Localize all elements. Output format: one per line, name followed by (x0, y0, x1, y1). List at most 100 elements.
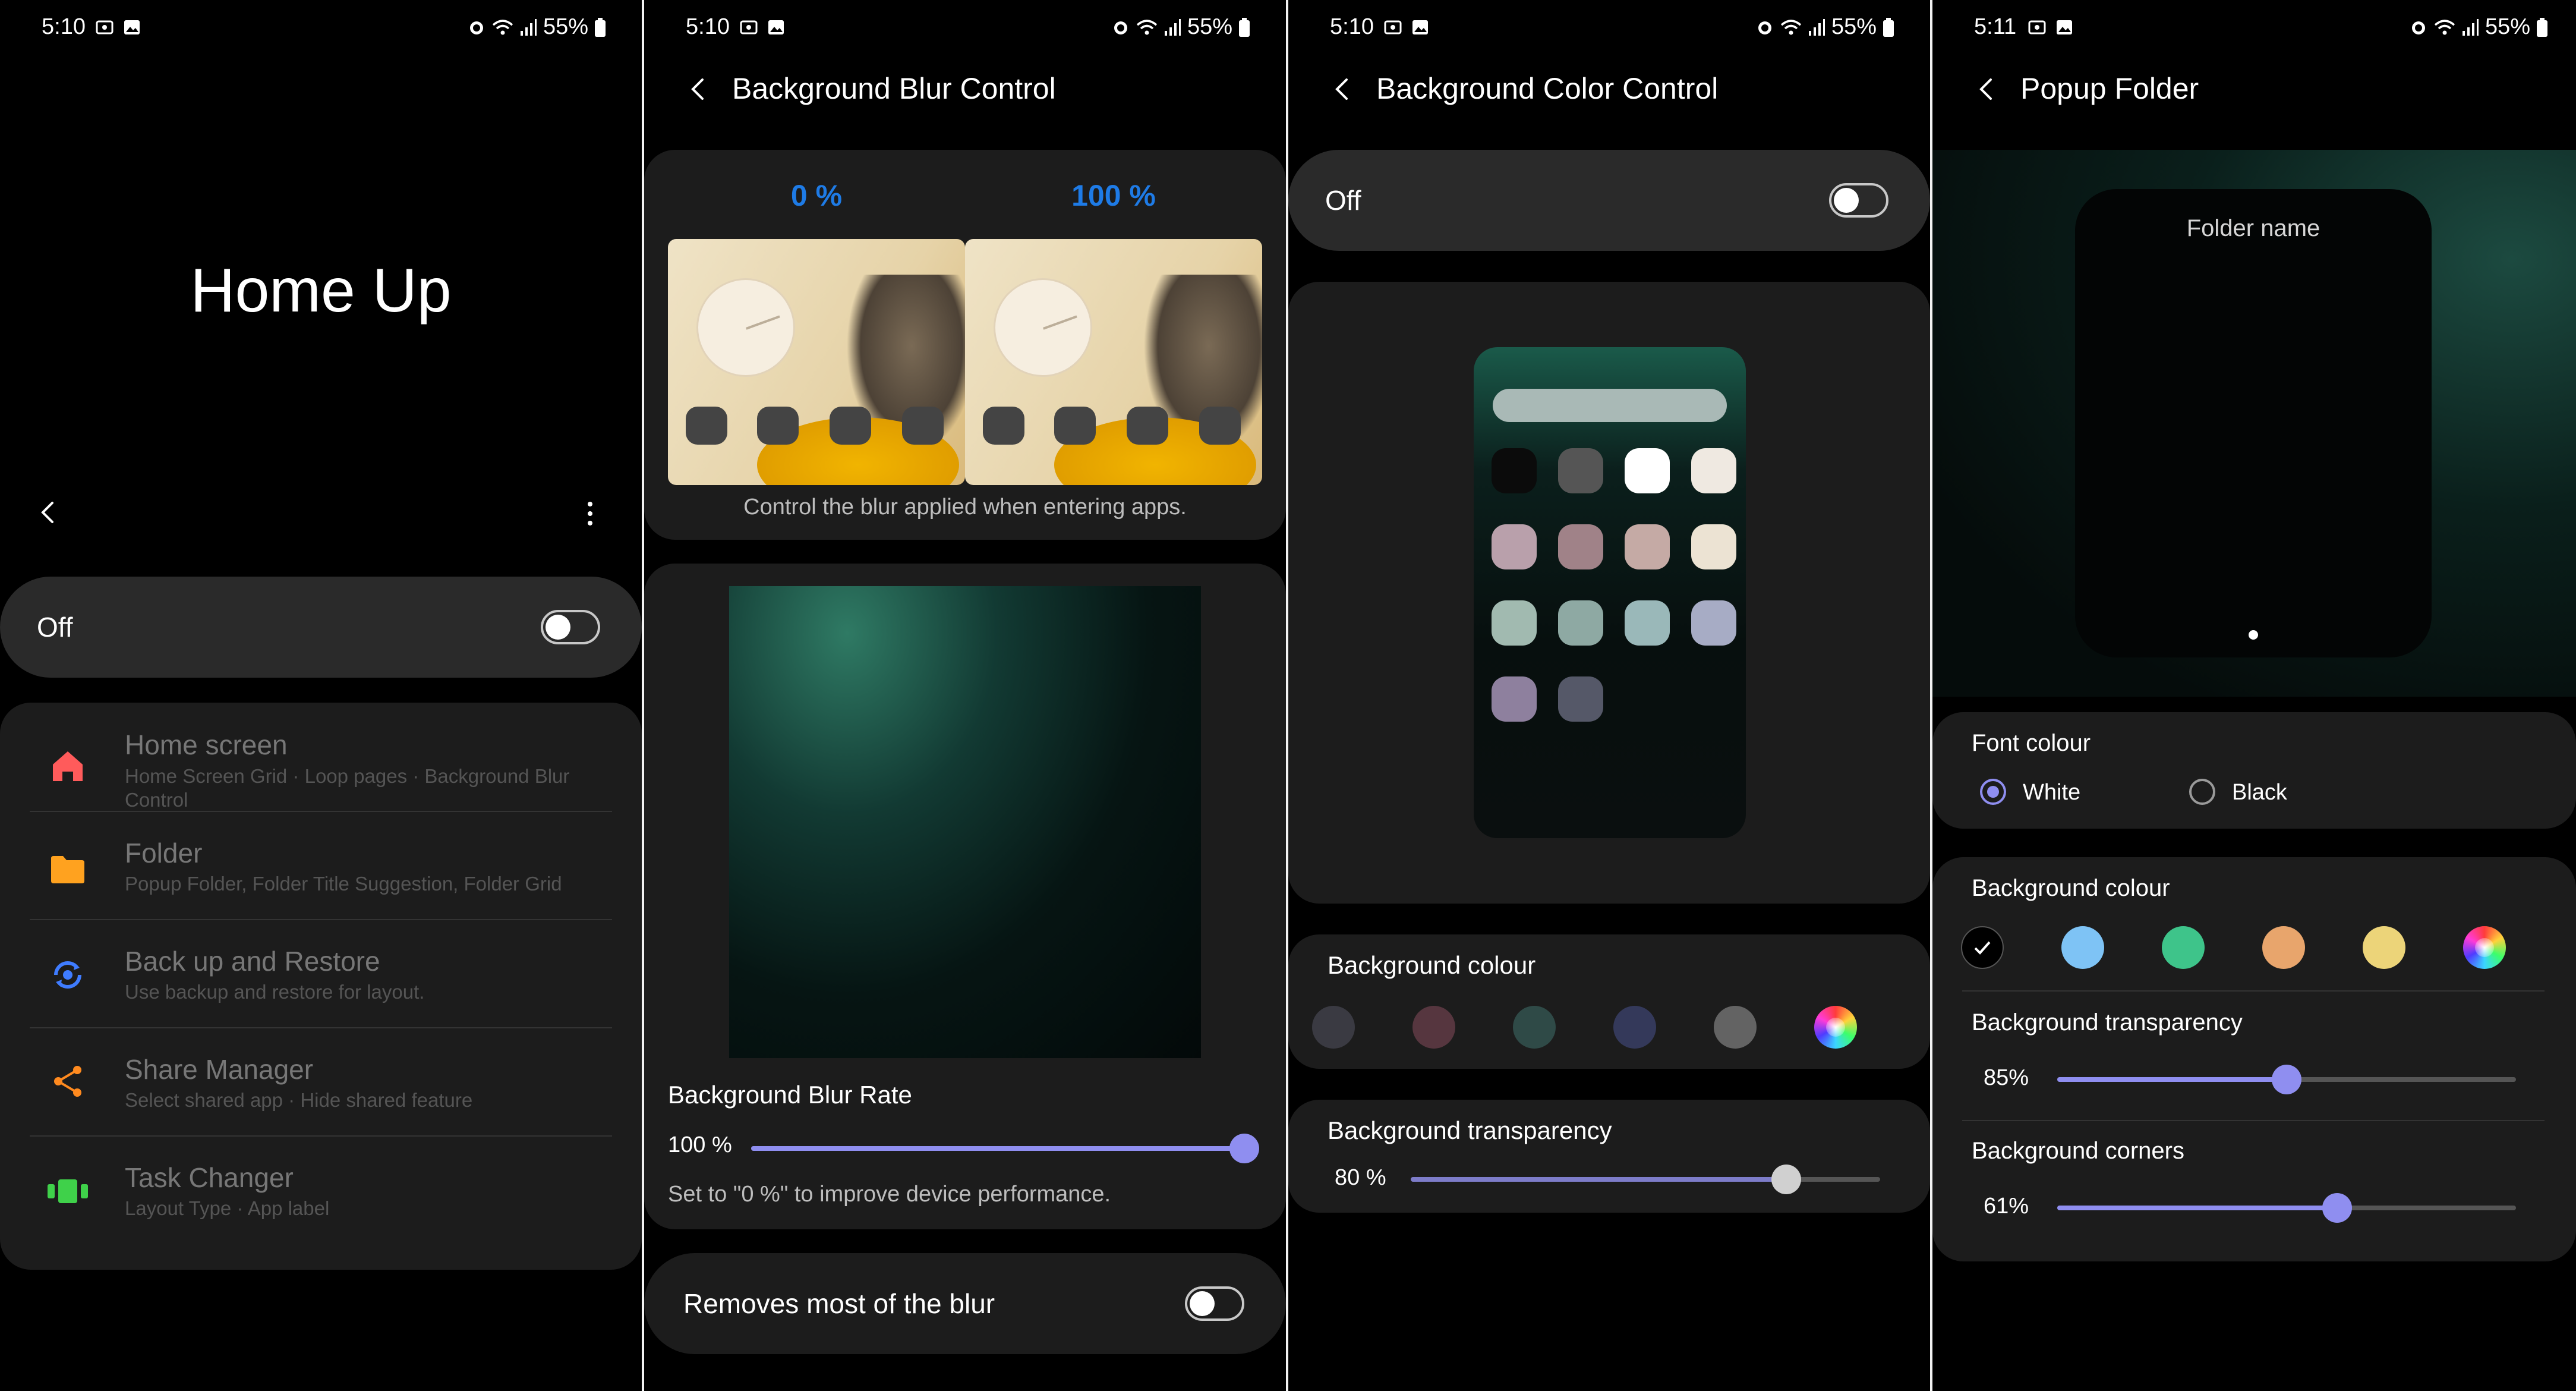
folder-popup-preview: Folder name (2075, 189, 2432, 657)
task-changer-icon (48, 1179, 88, 1203)
title-bar: Background Blur Control (644, 65, 1286, 113)
list-item-subtitle: Use backup and restore for layout. (125, 981, 425, 1003)
back-arrow-icon[interactable] (1330, 76, 1356, 102)
back-arrow-icon[interactable] (686, 76, 712, 102)
preview-image-blurred (965, 239, 1262, 485)
list-item[interactable]: Folder Popup Folder, Folder Title Sugges… (30, 811, 612, 920)
preview-swatch (1558, 524, 1603, 569)
gallery-icon (124, 20, 140, 34)
transparency-slider[interactable] (2057, 1065, 2516, 1094)
screenshot-icon (96, 20, 113, 34)
preview-swatch (1625, 448, 1670, 493)
wifi-icon (1780, 19, 1802, 34)
transparency-slider[interactable] (1411, 1165, 1880, 1194)
colour-swatch[interactable] (1513, 1006, 1556, 1049)
section-divider (1962, 990, 2545, 992)
battery-percent: 55% (1831, 14, 1877, 39)
colour-swatch[interactable] (1412, 1006, 1455, 1049)
transparency-label: Background transparency (1972, 1009, 2243, 1036)
gallery-icon (768, 20, 784, 34)
remove-blur-switch[interactable] (1185, 1286, 1244, 1321)
folder-preview-area: Folder name (1932, 150, 2576, 697)
corners-slider[interactable] (2057, 1193, 2516, 1223)
status-bar: 5:11 55% (1932, 14, 2574, 44)
search-bar-preview (1493, 389, 1727, 422)
remove-blur-row[interactable]: Removes most of the blur (644, 1253, 1286, 1354)
preview-swatch (1625, 600, 1670, 646)
back-arrow-icon[interactable] (36, 499, 62, 525)
radio-black[interactable]: Black (2189, 778, 2367, 811)
blur-rate-card: Background Blur Rate 100 % Set to "0 %" … (644, 564, 1286, 1229)
color-toggle-switch[interactable] (1829, 183, 1888, 218)
colour-swatch[interactable] (2262, 926, 2305, 969)
transparency-value: 80 % (1335, 1165, 1386, 1190)
app-title: Home Up (190, 256, 452, 325)
home-icon (53, 751, 83, 781)
screenshot-icon (740, 20, 758, 34)
list-item-subtitle: Layout Type · App label (125, 1197, 330, 1219)
preview-swatch (1558, 600, 1603, 646)
preview-swatch (1625, 524, 1670, 569)
bg-colour-label: Background colour (1972, 875, 2170, 901)
colour-swatch[interactable] (2162, 926, 2205, 969)
folder-icon (51, 856, 84, 883)
corners-value: 61% (1984, 1194, 2029, 1219)
status-bar: 5:10 55% (1288, 14, 1930, 44)
battery-icon (2537, 17, 2547, 37)
custom-colour-picker-icon[interactable] (1814, 1006, 1857, 1049)
list-item[interactable]: Share Manager Select shared app · Hide s… (30, 1027, 612, 1137)
wallpaper-preview (729, 586, 1201, 1058)
slider-thumb[interactable] (2322, 1193, 2352, 1223)
list-item[interactable]: Task Changer Layout Type · App label (30, 1135, 612, 1244)
list-item-title: Home screen (125, 729, 288, 760)
title-bar: Popup Folder (1932, 65, 2574, 113)
colour-swatch[interactable] (1714, 1006, 1757, 1049)
list-item[interactable]: Back up and Restore Use backup and resto… (30, 919, 612, 1028)
more-options-icon[interactable] (581, 499, 599, 528)
back-arrow-icon[interactable] (1974, 76, 2000, 102)
color-preview-card (1288, 282, 1930, 904)
radio-white-circle[interactable] (1980, 779, 2006, 805)
status-time: 5:11 (1974, 14, 2017, 39)
slider-thumb[interactable] (1229, 1134, 1259, 1163)
master-toggle-switch[interactable] (541, 610, 600, 644)
app-icon-placeholder (757, 407, 799, 445)
phone-preview (1474, 347, 1746, 838)
page-title: Popup Folder (2020, 72, 2199, 105)
slider-thumb[interactable] (2272, 1065, 2301, 1094)
colour-swatch[interactable] (1613, 1006, 1656, 1049)
bg-colour-card: Background colour (1288, 934, 1930, 1069)
preview-caption: Control the blur applied when entering a… (743, 495, 1187, 520)
alarm-icon (1758, 21, 1771, 34)
rate-hint: Set to "0 %" to improve device performan… (668, 1182, 1111, 1207)
clock-icon (696, 278, 795, 377)
radio-white[interactable]: White (1980, 778, 2158, 811)
corners-label: Background corners (1972, 1138, 2184, 1164)
color-toggle-label: Off (1325, 185, 1361, 216)
colour-swatch[interactable] (1961, 926, 2004, 969)
page-indicator-dot (2249, 630, 2258, 640)
app-icon-placeholder (1199, 407, 1241, 445)
blur-rate-slider[interactable] (751, 1134, 1259, 1163)
alarm-icon (2411, 21, 2425, 34)
master-toggle-row[interactable]: Off (0, 577, 642, 678)
colour-swatch[interactable] (2061, 926, 2104, 969)
battery-icon (1239, 17, 1250, 37)
slider-fill (1411, 1177, 1786, 1182)
colour-swatch[interactable] (2363, 926, 2405, 969)
screen-home-up: 5:10 55% Home Up Off Home screen Home Sc… (0, 0, 642, 1391)
custom-colour-picker-icon[interactable] (2463, 926, 2506, 969)
wifi-icon (1136, 19, 1158, 34)
status-time: 5:10 (686, 14, 730, 39)
slider-fill (2057, 1077, 2287, 1082)
list-item-title: Folder (125, 838, 203, 868)
radio-black-circle[interactable] (2189, 779, 2215, 805)
color-toggle-row[interactable]: Off (1288, 150, 1930, 251)
gallery-icon (1412, 20, 1428, 34)
list-item[interactable]: Home screen Home Screen Grid · Loop page… (30, 703, 612, 812)
app-icon-placeholder (983, 407, 1024, 445)
colour-swatch[interactable] (1312, 1006, 1355, 1049)
slider-thumb[interactable] (1771, 1165, 1801, 1194)
preview-swatch (1492, 600, 1537, 646)
battery-icon (595, 17, 606, 37)
